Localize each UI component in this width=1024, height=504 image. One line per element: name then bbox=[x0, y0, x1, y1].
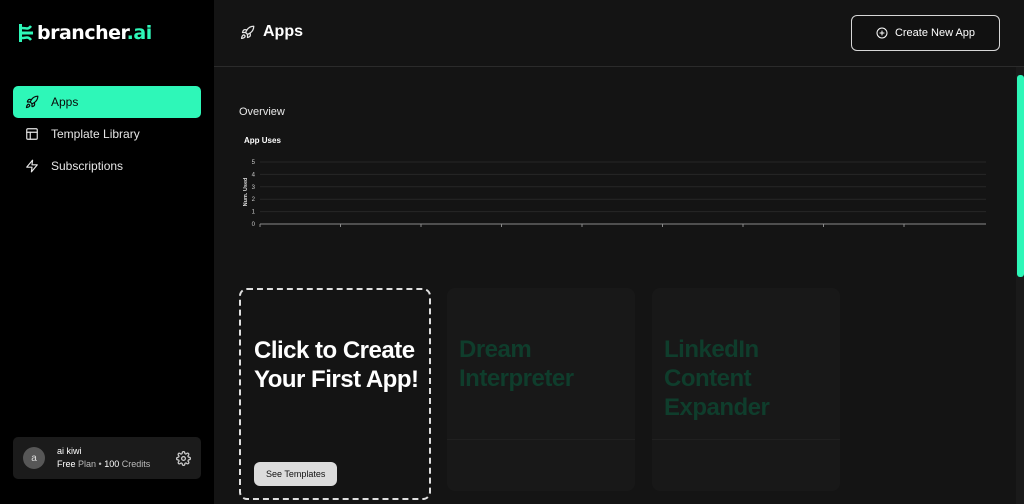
chart-title: App Uses bbox=[244, 136, 281, 145]
create-first-app-card[interactable]: Click to Create Your First App! See Temp… bbox=[239, 288, 431, 500]
scrollbar-thumb[interactable] bbox=[1017, 75, 1024, 277]
sidebar: brancher.ai Apps Template Library Subscr… bbox=[0, 0, 214, 504]
sidebar-nav: Apps Template Library Subscriptions bbox=[13, 86, 201, 182]
chart-y-tick-label: 1 bbox=[252, 210, 256, 216]
gear-icon[interactable] bbox=[176, 450, 191, 466]
app-card-title: Dream Interpreter bbox=[459, 336, 574, 392]
overview-label: Overview bbox=[239, 106, 285, 118]
user-name: ai kiwi bbox=[57, 446, 82, 456]
chart-y-tick-label: 4 bbox=[252, 172, 256, 178]
page-title-text: Apps bbox=[263, 23, 303, 40]
chart-y-tick-label: 5 bbox=[252, 160, 256, 166]
chart-y-axis-label: Num. Used bbox=[243, 178, 249, 207]
create-new-app-label: Create New App bbox=[894, 27, 976, 39]
card-divider bbox=[447, 439, 635, 440]
chart-y-tick-label: 0 bbox=[252, 222, 256, 228]
app-uses-chart: App Uses Num. Used 0 1 2 3 4 5 bbox=[236, 130, 996, 240]
lightning-icon bbox=[26, 159, 38, 173]
avatar[interactable]: a bbox=[23, 447, 45, 469]
create-first-app-heading: Click to Create Your First App! bbox=[254, 337, 419, 393]
see-templates-button[interactable]: See Templates bbox=[254, 462, 338, 486]
sidebar-item-label: Template Library bbox=[51, 127, 140, 141]
layout-icon bbox=[26, 128, 38, 140]
user-info: ai kiwi Free Plan • 100 Credits bbox=[57, 445, 176, 471]
sidebar-item-label: Apps bbox=[51, 95, 79, 109]
sidebar-item-apps[interactable]: Apps bbox=[13, 86, 201, 118]
sidebar-item-subscriptions[interactable]: Subscriptions bbox=[13, 150, 201, 182]
user-plan: Free Plan • 100 Credits bbox=[57, 459, 151, 469]
app-uses-chart-svg: App Uses Num. Used 0 1 2 3 4 5 bbox=[243, 136, 986, 228]
top-header: Apps Create New App bbox=[214, 0, 1024, 67]
brand-name: brancher.ai bbox=[37, 22, 152, 44]
app-card-linkedin-content-expander[interactable]: LinkedIn Content Expander bbox=[652, 288, 840, 491]
rocket-icon bbox=[240, 25, 255, 39]
brand-logo[interactable]: brancher.ai bbox=[18, 22, 152, 44]
app-card-dream-interpreter[interactable]: Dream Interpreter bbox=[447, 288, 635, 491]
user-card: a ai kiwi Free Plan • 100 Credits bbox=[13, 437, 201, 479]
sidebar-item-label: Subscriptions bbox=[51, 159, 124, 173]
create-new-app-button[interactable]: Create New App bbox=[851, 15, 1000, 51]
card-divider bbox=[652, 439, 840, 440]
plus-circle-icon bbox=[876, 27, 888, 39]
sidebar-item-template-library[interactable]: Template Library bbox=[13, 118, 201, 150]
brancher-logo-icon bbox=[19, 24, 33, 42]
chart-y-tick-label: 3 bbox=[252, 185, 256, 191]
rocket-icon bbox=[25, 95, 39, 109]
chart-y-tick-label: 2 bbox=[252, 197, 256, 203]
app-card-title: LinkedIn Content Expander bbox=[664, 336, 770, 421]
page-title: Apps bbox=[240, 23, 303, 41]
